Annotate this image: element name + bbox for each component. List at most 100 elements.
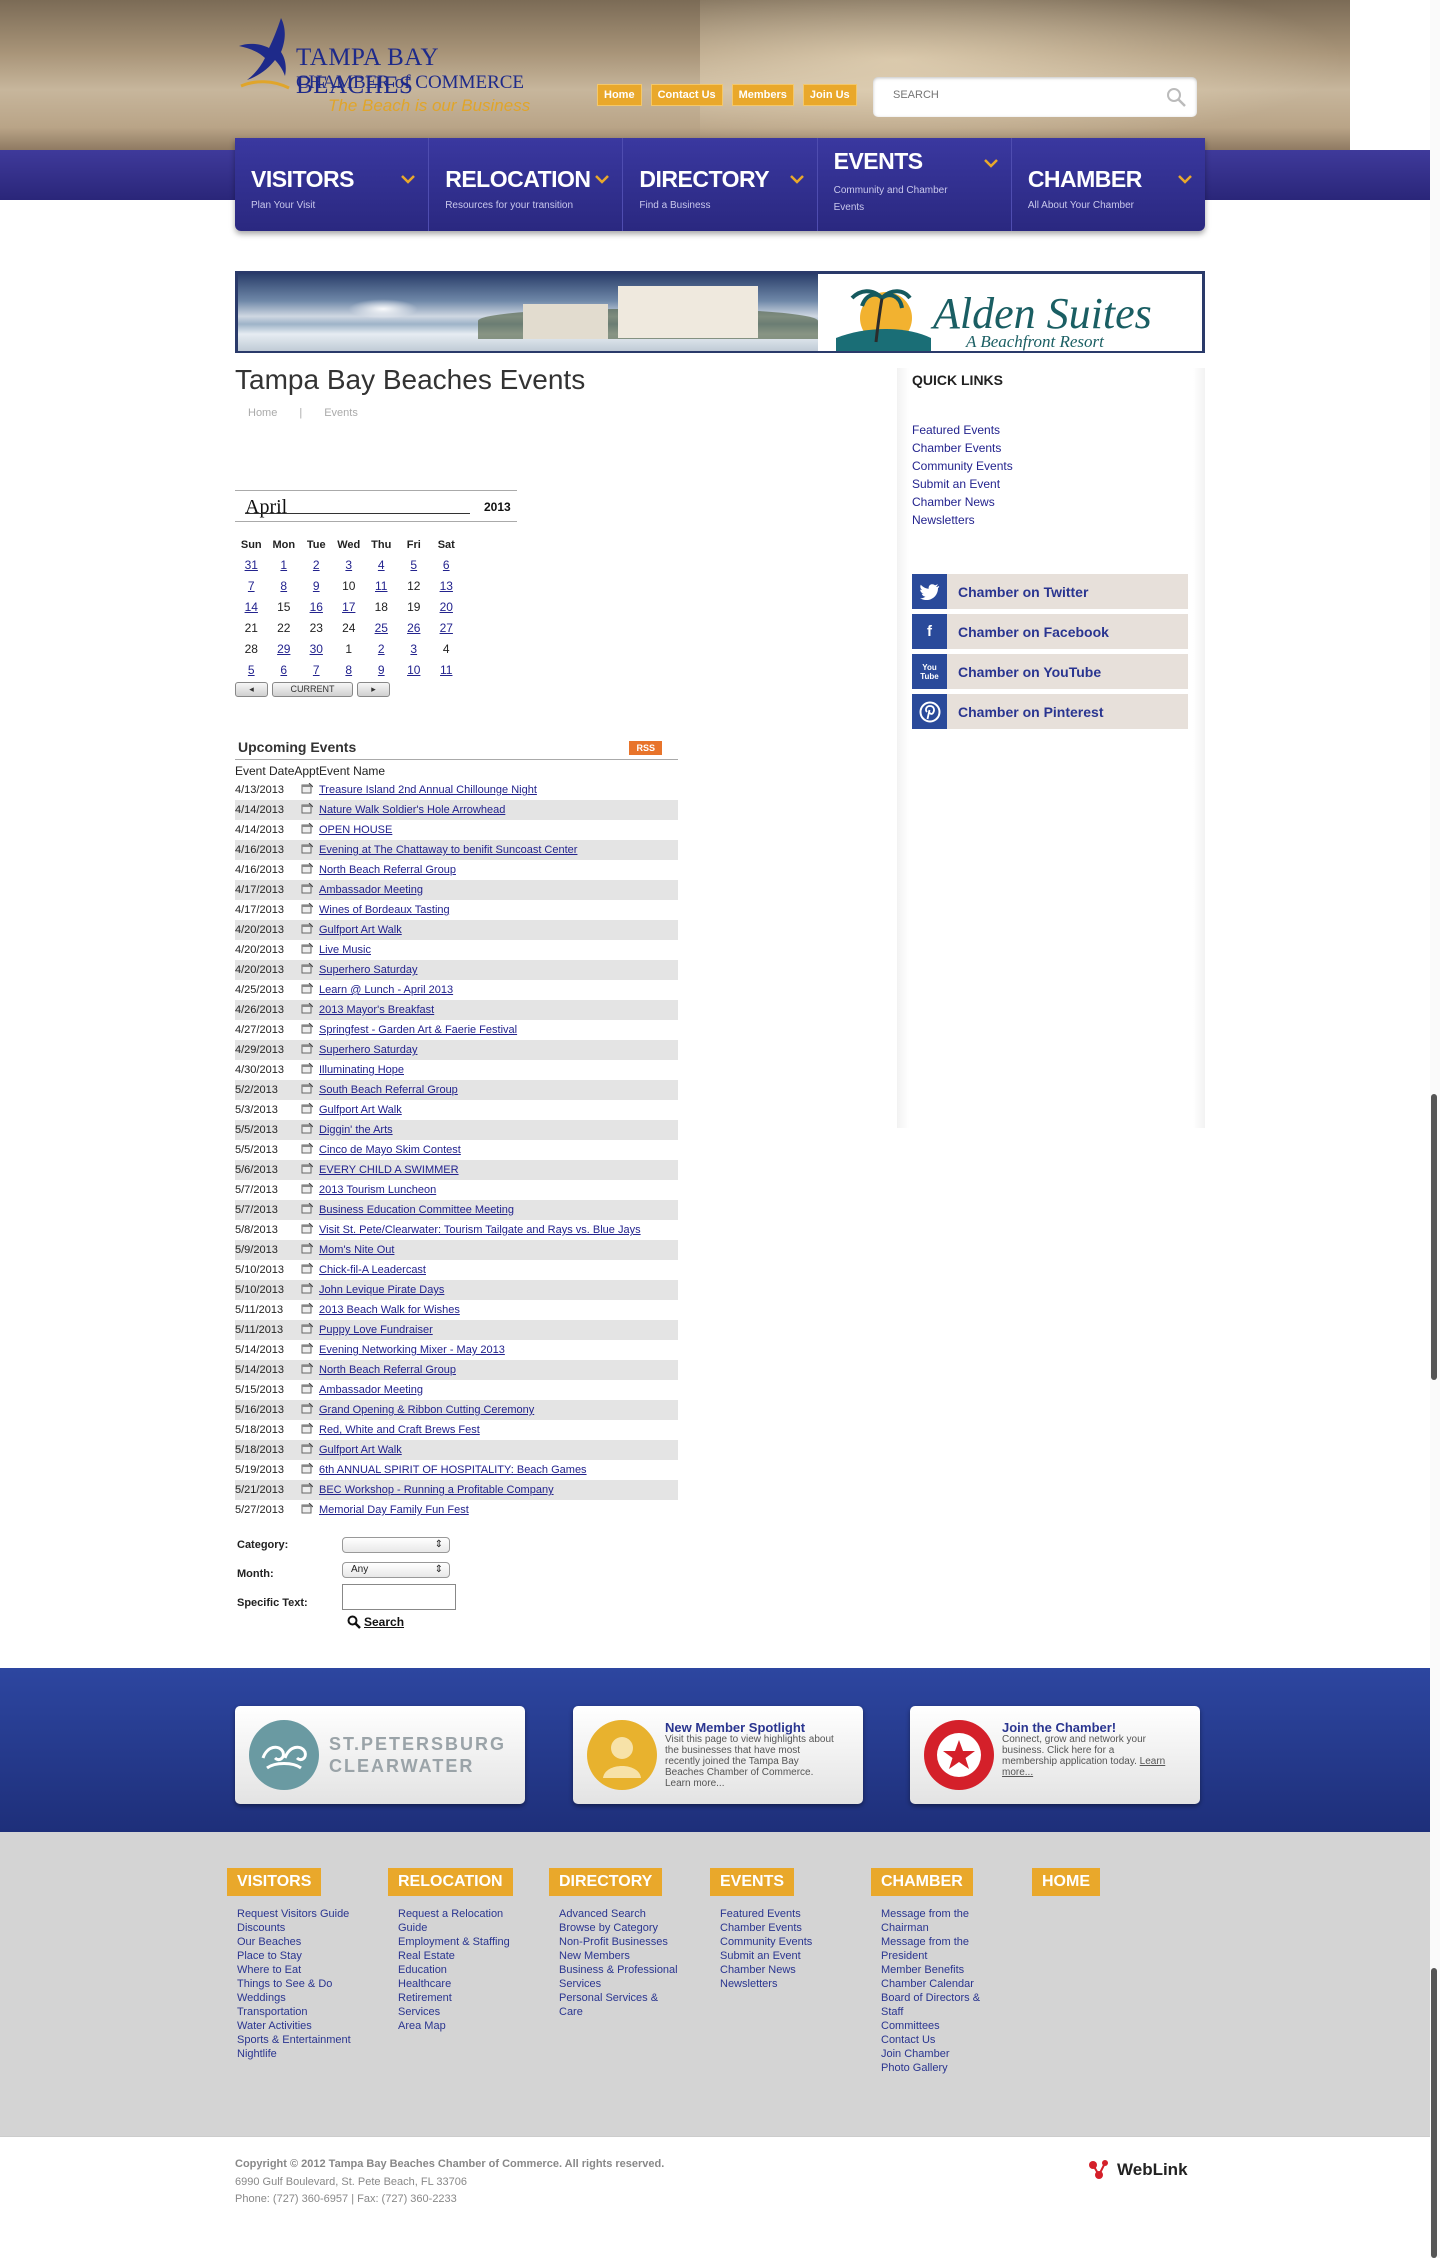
top-link-home[interactable]: Home [597, 84, 642, 106]
calendar-day-link[interactable]: 2 [378, 642, 385, 656]
event-link[interactable]: Mom's Nite Out [319, 1244, 394, 1256]
quick-link[interactable]: Chamber Events [912, 441, 1001, 455]
footer-link[interactable]: Weddings [237, 1991, 362, 2005]
footer-link[interactable]: Newsletters [720, 1977, 845, 1991]
calendar-day-link[interactable]: 10 [407, 663, 420, 677]
calendar-day-link[interactable]: 17 [342, 600, 355, 614]
event-link[interactable]: North Beach Referral Group [319, 864, 456, 876]
footer-link[interactable]: Committees [881, 2019, 1006, 2033]
event-link[interactable]: Superhero Saturday [319, 1044, 417, 1056]
event-link[interactable]: Diggin' the Arts [319, 1124, 393, 1136]
event-link[interactable]: 2013 Beach Walk for Wishes [319, 1304, 460, 1316]
add-to-calendar-icon[interactable] [301, 1502, 319, 1517]
event-link[interactable]: Visit St. Pete/Clearwater: Tourism Tailg… [319, 1224, 641, 1236]
add-to-calendar-icon[interactable] [301, 1222, 319, 1237]
calendar-day[interactable]: 9 [365, 659, 398, 680]
footer-link[interactable]: Message from the [881, 1907, 1006, 1921]
calendar-day[interactable]: 25 [365, 617, 398, 638]
add-to-calendar-icon[interactable] [301, 922, 319, 937]
calendar-day[interactable]: 5 [398, 554, 431, 575]
event-link[interactable]: Chick-fil-A Leadercast [319, 1264, 426, 1276]
quick-link[interactable]: Community Events [912, 459, 1013, 473]
footer-link[interactable]: Chamber News [720, 1963, 845, 1977]
footer-link[interactable]: Sports & Entertainment [237, 2033, 362, 2047]
footer-link[interactable]: Contact Us [881, 2033, 1006, 2047]
event-link[interactable]: Superhero Saturday [319, 964, 417, 976]
month-select[interactable]: Any ⇕ [342, 1562, 450, 1578]
add-to-calendar-icon[interactable] [301, 1002, 319, 1017]
calendar-day-link[interactable]: 8 [280, 579, 287, 593]
sponsor-banner[interactable]: Alden Suites A Beachfront Resort [235, 271, 1205, 353]
footer-link[interactable]: Care [559, 2005, 684, 2019]
calendar-day-link[interactable]: 31 [245, 558, 258, 572]
calendar-day[interactable]: 11 [365, 575, 398, 596]
add-to-calendar-icon[interactable] [301, 1262, 319, 1277]
calendar-day[interactable]: 6 [268, 659, 301, 680]
event-link[interactable]: 2013 Mayor's Breakfast [319, 1004, 434, 1016]
nav-visitors[interactable]: VISITORS Plan Your Visit [235, 138, 430, 231]
calendar-day[interactable]: 3 [333, 554, 366, 575]
add-to-calendar-icon[interactable] [301, 1382, 319, 1397]
footer-link[interactable]: Message from the [881, 1935, 1006, 1949]
event-link[interactable]: Evening at The Chattaway to benifit Sunc… [319, 844, 577, 856]
event-link[interactable]: Cinco de Mayo Skim Contest [319, 1144, 461, 1156]
add-to-calendar-icon[interactable] [301, 782, 319, 797]
promo-member-spotlight[interactable]: New Member Spotlight Visit this page to … [573, 1706, 863, 1804]
calendar-day[interactable]: 27 [430, 617, 463, 638]
footer-link[interactable]: Featured Events [720, 1907, 845, 1921]
footer-heading[interactable]: EVENTS [710, 1868, 795, 1896]
calendar-day[interactable]: 26 [398, 617, 431, 638]
calendar-day-link[interactable]: 11 [375, 579, 387, 593]
event-link[interactable]: North Beach Referral Group [319, 1364, 456, 1376]
calendar-day[interactable]: 10 [398, 659, 431, 680]
add-to-calendar-icon[interactable] [301, 962, 319, 977]
event-link[interactable]: Gulfport Art Walk [319, 1444, 402, 1456]
scrollbar-thumb[interactable] [1431, 1094, 1437, 1380]
footer-link[interactable]: Where to Eat [237, 1963, 362, 1977]
calendar-day[interactable]: 31 [235, 554, 268, 575]
calendar-day-link[interactable]: 5 [248, 663, 255, 677]
quick-link[interactable]: Submit an Event [912, 477, 1000, 491]
calendar-day-link[interactable]: 27 [440, 621, 453, 635]
rss-button[interactable]: RSS [629, 741, 662, 755]
footer-link[interactable]: Community Events [720, 1935, 845, 1949]
nav-relocation[interactable]: RELOCATION Resources for your transition [429, 138, 624, 231]
calendar-day-link[interactable]: 25 [375, 621, 388, 635]
footer-link[interactable]: President [881, 1949, 1006, 1963]
footer-link[interactable]: Area Map [398, 2019, 523, 2033]
add-to-calendar-icon[interactable] [301, 1082, 319, 1097]
top-link-contact[interactable]: Contact Us [650, 84, 723, 106]
footer-link[interactable]: Retirement [398, 1991, 523, 2005]
calendar-day[interactable]: 7 [300, 659, 333, 680]
add-to-calendar-icon[interactable] [301, 1042, 319, 1057]
footer-link[interactable]: Browse by Category [559, 1921, 684, 1935]
event-link[interactable]: OPEN HOUSE [319, 824, 392, 836]
calendar-day[interactable]: 29 [268, 638, 301, 659]
footer-link[interactable]: Staff [881, 2005, 1006, 2019]
footer-link[interactable]: Nightlife [237, 2047, 362, 2061]
calendar-day-link[interactable]: 16 [310, 600, 323, 614]
calendar-day[interactable]: 8 [268, 575, 301, 596]
footer-link[interactable]: Member Benefits [881, 1963, 1006, 1977]
calendar-day-link[interactable]: 4 [378, 558, 385, 572]
footer-link[interactable]: Transportation [237, 2005, 362, 2019]
event-link[interactable]: EVERY CHILD A SWIMMER [319, 1164, 459, 1176]
event-link[interactable]: Gulfport Art Walk [319, 924, 402, 936]
social-youtube[interactable]: You Tube Chamber on YouTube [912, 654, 1188, 689]
calendar-day[interactable]: 17 [333, 596, 366, 617]
footer-link[interactable]: Guide [398, 1921, 523, 1935]
add-to-calendar-icon[interactable] [301, 1102, 319, 1117]
calendar-day-link[interactable]: 30 [310, 642, 323, 656]
footer-link[interactable]: New Members [559, 1949, 684, 1963]
event-link[interactable]: 2013 Tourism Luncheon [319, 1184, 436, 1196]
footer-link[interactable]: Chamber Calendar [881, 1977, 1006, 1991]
footer-link[interactable]: Submit an Event [720, 1949, 845, 1963]
footer-link[interactable]: Real Estate [398, 1949, 523, 1963]
event-link[interactable]: Grand Opening & Ribbon Cutting Ceremony [319, 1404, 534, 1416]
search-icon[interactable] [1165, 86, 1187, 108]
calendar-day[interactable]: 8 [333, 659, 366, 680]
add-to-calendar-icon[interactable] [301, 942, 319, 957]
footer-link[interactable]: Services [559, 1977, 684, 1991]
footer-heading[interactable]: RELOCATION [388, 1868, 513, 1896]
calendar-day[interactable]: 20 [430, 596, 463, 617]
